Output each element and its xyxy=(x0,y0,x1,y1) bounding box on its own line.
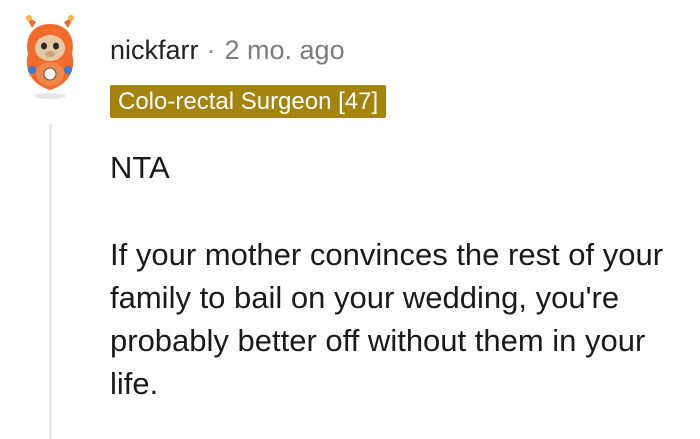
author-link[interactable]: nickfarr xyxy=(110,35,199,66)
user-flair: Colo-rectal Surgeon [47] xyxy=(110,85,387,118)
comment: nickfarr · 2 mo. ago Colo-rectal Surgeon… xyxy=(0,0,700,439)
meta-separator: · xyxy=(206,34,216,65)
comment-paragraph: NTA xyxy=(110,150,170,185)
comment-body: NTA If your mother convinces the rest of… xyxy=(110,146,695,405)
comment-meta: nickfarr · 2 mo. ago xyxy=(110,32,345,68)
user-avatar-icon[interactable] xyxy=(20,14,80,100)
comment-timestamp[interactable]: 2 mo. ago xyxy=(225,35,345,66)
comment-paragraph: If your mother convinces the rest of you… xyxy=(110,237,664,401)
thread-collapse-line[interactable] xyxy=(49,124,52,439)
